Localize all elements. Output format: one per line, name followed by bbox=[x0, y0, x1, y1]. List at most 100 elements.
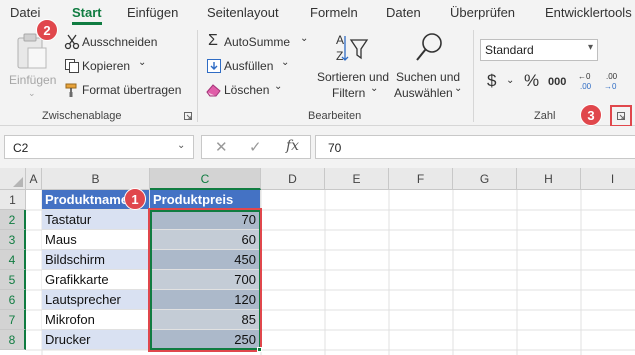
number-format-select[interactable]: Standard ▾ bbox=[480, 39, 598, 61]
find-select-dropdown-icon: ⌄ bbox=[454, 83, 463, 94]
format-painter-button[interactable]: Format übertragen bbox=[62, 80, 182, 100]
table-cell-price[interactable]: 450 bbox=[150, 250, 261, 270]
copy-button[interactable]: Kopieren ⌄ bbox=[62, 56, 152, 76]
sort-filter-label-line2: Filtern bbox=[332, 86, 366, 100]
select-all-corner[interactable] bbox=[0, 168, 26, 190]
currency-button[interactable]: $ bbox=[487, 71, 496, 91]
tab-einfuegen[interactable]: Einfügen bbox=[127, 5, 178, 20]
column-header-g[interactable]: G bbox=[453, 168, 517, 190]
check-icon[interactable]: ✓ bbox=[249, 138, 262, 156]
column-header-h[interactable]: H bbox=[517, 168, 581, 190]
formula-bar: C2 ⌄ ✕ ✓ fx 70 bbox=[0, 126, 635, 168]
find-select-label-line1: Suchen und bbox=[396, 70, 461, 84]
table-cell-name[interactable]: Grafikkarte bbox=[42, 270, 150, 290]
fill-down-icon bbox=[207, 59, 221, 73]
copy-icon bbox=[65, 59, 79, 73]
autosum-label: AutoSumme bbox=[224, 35, 291, 49]
select-all-triangle-icon bbox=[13, 177, 23, 187]
number-format-value: Standard bbox=[485, 43, 534, 57]
row-header-3[interactable]: 3 bbox=[0, 230, 26, 250]
currency-dropdown-icon[interactable]: ⌄ bbox=[506, 75, 514, 86]
column-header-c[interactable]: C bbox=[150, 168, 261, 190]
table-cell-price[interactable]: 70 bbox=[150, 210, 261, 230]
name-box-value: C2 bbox=[13, 141, 29, 155]
paste-dropdown-icon: ⌄ bbox=[28, 88, 36, 98]
thousands-separator-button[interactable]: 000 bbox=[548, 76, 566, 88]
name-box[interactable]: C2 ⌄ bbox=[4, 135, 194, 159]
column-header-b[interactable]: B bbox=[42, 168, 150, 190]
column-header-e[interactable]: E bbox=[325, 168, 389, 190]
tab-daten[interactable]: Daten bbox=[386, 5, 421, 20]
number-group-label: Zahl bbox=[534, 110, 556, 122]
sort-filter-button[interactable]: A Z Sortieren und Filtern ⌄ bbox=[312, 30, 392, 104]
group-separator bbox=[473, 30, 474, 122]
tab-ueberpruefen[interactable]: Überprüfen bbox=[450, 5, 515, 20]
copy-dropdown-icon[interactable]: ⌄ bbox=[138, 57, 146, 68]
number-dialog-launcher-icon[interactable] bbox=[617, 112, 625, 120]
cut-button[interactable]: Ausschneiden bbox=[62, 32, 162, 52]
decrease-decimal-icon[interactable]: .00 →0 bbox=[604, 71, 622, 91]
find-select-button[interactable]: Suchen und Auswählen ⌄ bbox=[392, 30, 464, 104]
clipboard-group-label: Zwischenablage bbox=[42, 110, 122, 122]
insert-function-button[interactable]: fx bbox=[286, 138, 299, 154]
row-header-5[interactable]: 5 bbox=[0, 270, 26, 290]
table-cell-name[interactable]: Lautsprecher bbox=[42, 290, 150, 310]
tab-entwicklertools[interactable]: Entwicklertools bbox=[545, 5, 632, 20]
clear-dropdown-icon[interactable]: ⌄ bbox=[274, 81, 282, 92]
fill-handle[interactable] bbox=[257, 347, 262, 352]
chevron-down-icon: ▾ bbox=[587, 42, 593, 53]
row-header-7[interactable]: 7 bbox=[0, 310, 26, 330]
autosum-dropdown-icon[interactable]: ⌄ bbox=[300, 33, 308, 44]
active-tab-indicator bbox=[72, 22, 102, 25]
tab-datei[interactable]: Datei bbox=[10, 5, 40, 20]
table-cell-price[interactable]: 700 bbox=[150, 270, 261, 290]
group-separator bbox=[197, 30, 198, 122]
column-header-i[interactable]: I bbox=[581, 168, 635, 190]
magnifier-icon bbox=[416, 33, 442, 61]
ribbon: Einfügen ⌄ Ausschneiden Kopieren ⌄ Forma… bbox=[0, 19, 635, 127]
chevron-down-icon: ⌄ bbox=[177, 140, 186, 151]
formula-input[interactable]: 70 bbox=[315, 135, 635, 159]
find-select-label-line2: Auswählen bbox=[394, 86, 453, 100]
table-cell-price[interactable]: 120 bbox=[150, 290, 261, 310]
copy-label: Kopieren bbox=[82, 59, 131, 73]
callout-badge-1: 1 bbox=[124, 188, 146, 210]
autosum-button[interactable]: Σ AutoSumme ⌄ bbox=[204, 32, 312, 52]
percent-button[interactable]: % bbox=[524, 71, 539, 91]
table-cell-price[interactable]: 85 bbox=[150, 310, 261, 330]
cut-label: Ausschneiden bbox=[82, 35, 158, 49]
fill-dropdown-icon[interactable]: ⌄ bbox=[281, 57, 289, 68]
row-header-1[interactable]: 1 bbox=[0, 190, 26, 210]
table-cell-name[interactable]: Maus bbox=[42, 230, 150, 250]
editing-group-label: Bearbeiten bbox=[308, 110, 362, 122]
spreadsheet-grid[interactable]: A B C D E F G H I 1 2 3 4 5 6 7 8 Produk… bbox=[0, 168, 635, 355]
fill-button[interactable]: Ausfüllen ⌄ bbox=[204, 56, 294, 76]
row-header-8[interactable]: 8 bbox=[0, 330, 26, 350]
row-header-6[interactable]: 6 bbox=[0, 290, 26, 310]
clear-label: Löschen bbox=[224, 83, 270, 97]
clipboard-dialog-launcher-icon[interactable] bbox=[184, 112, 192, 120]
cancel-icon[interactable]: ✕ bbox=[215, 138, 228, 156]
table-cell-name[interactable]: Bildschirm bbox=[42, 250, 150, 270]
table-header-product-price[interactable]: Produktpreis bbox=[150, 190, 261, 210]
table-cell-price[interactable]: 250 bbox=[150, 330, 261, 350]
column-header-a[interactable]: A bbox=[26, 168, 42, 190]
svg-text:Z: Z bbox=[336, 49, 343, 63]
column-header-d[interactable]: D bbox=[261, 168, 325, 190]
row-header-2[interactable]: 2 bbox=[0, 210, 26, 230]
tab-seitenlayout[interactable]: Seitenlayout bbox=[207, 5, 279, 20]
column-header-f[interactable]: F bbox=[389, 168, 453, 190]
table-cell-name[interactable]: Drucker bbox=[42, 330, 150, 350]
tab-start[interactable]: Start bbox=[72, 5, 102, 20]
increase-decimal-icon[interactable]: ←0 .00 bbox=[578, 71, 596, 91]
table-cell-name[interactable]: Tastatur bbox=[42, 210, 150, 230]
row-header-4[interactable]: 4 bbox=[0, 250, 26, 270]
paste-button[interactable]: Einfügen ⌄ bbox=[6, 30, 58, 102]
clear-button[interactable]: Löschen ⌄ bbox=[204, 80, 288, 100]
table-cell-price[interactable]: 60 bbox=[150, 230, 261, 250]
paste-label: Einfügen bbox=[9, 73, 57, 87]
eraser-icon bbox=[206, 84, 221, 97]
svg-text:.00: .00 bbox=[606, 72, 618, 81]
table-cell-name[interactable]: Mikrofon bbox=[42, 310, 150, 330]
tab-formeln[interactable]: Formeln bbox=[310, 5, 358, 20]
